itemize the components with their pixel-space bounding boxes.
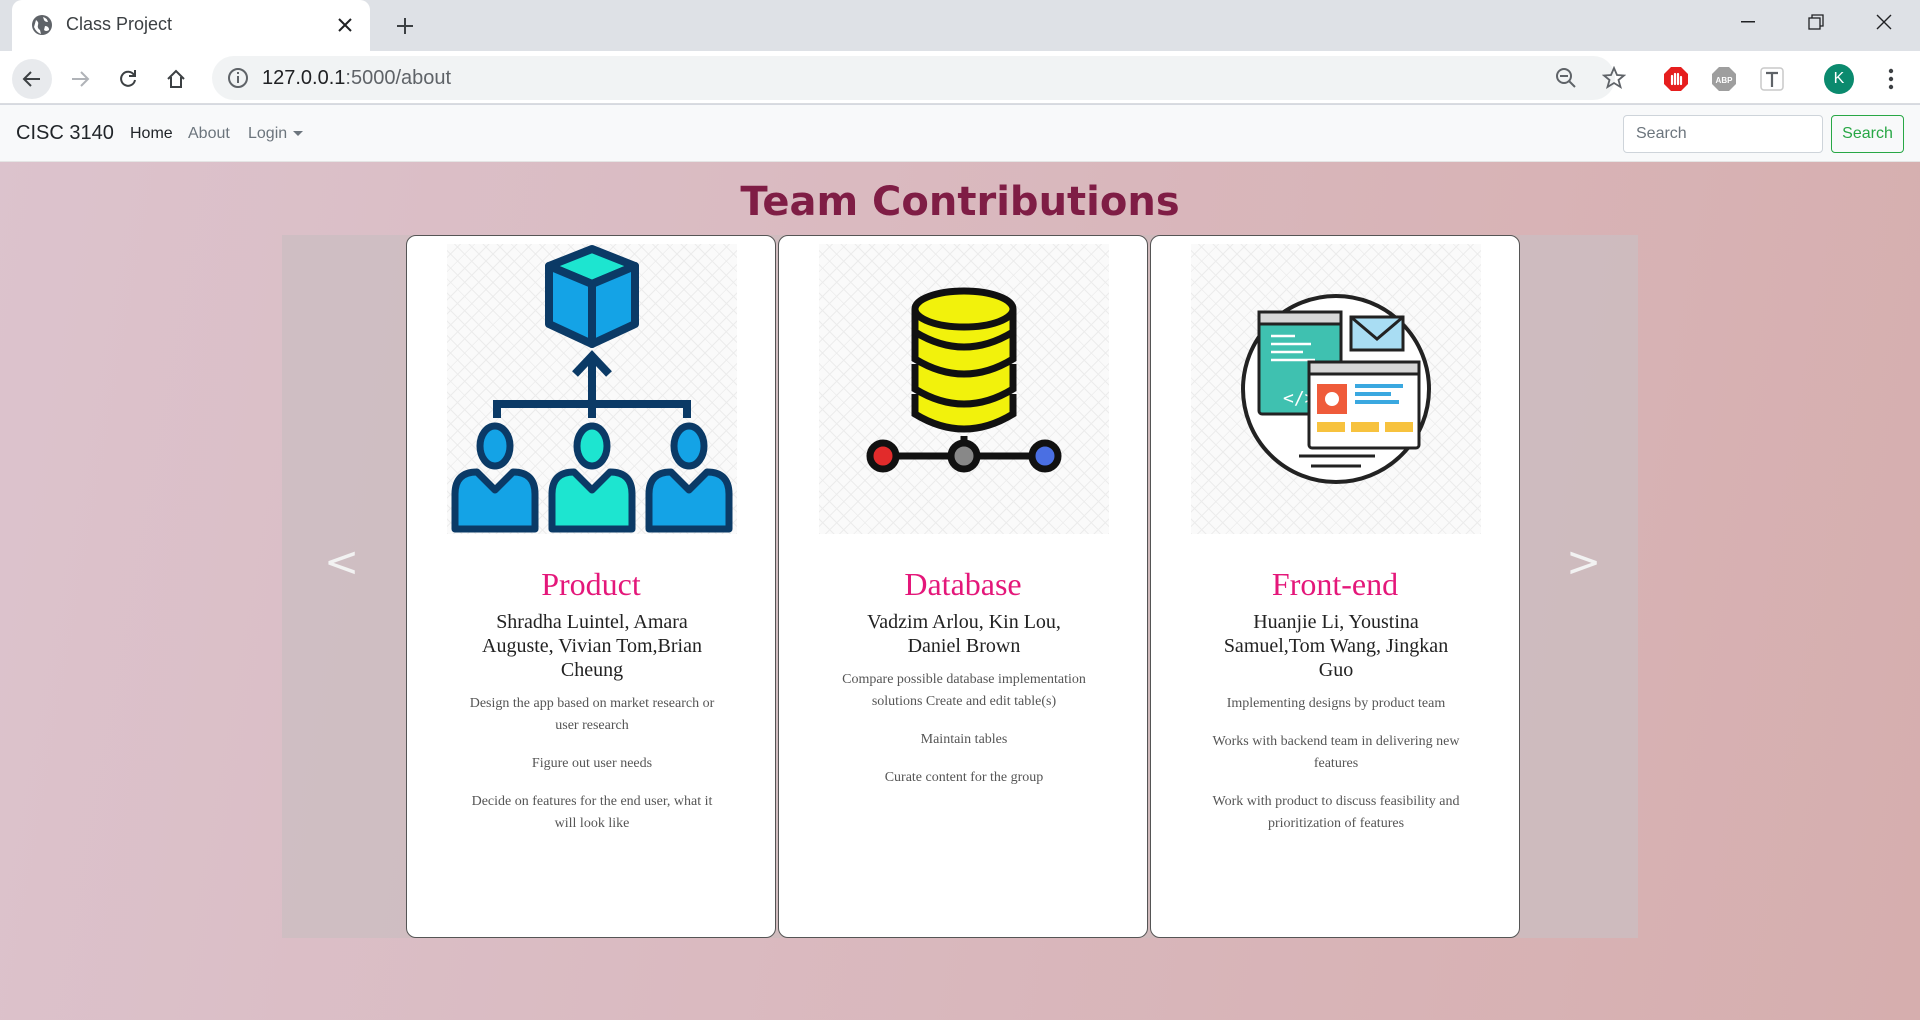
globe-icon: [32, 15, 52, 35]
back-icon[interactable]: [12, 59, 52, 99]
address-bar[interactable]: 127.0.0.1:5000/about: [212, 56, 1626, 100]
info-icon[interactable]: [226, 66, 250, 90]
team-card-front-end: </> Front-end Huanjie Li, Youstina Samue…: [1150, 235, 1520, 938]
card-responsibilities: Implementing designs by product team Wor…: [1206, 693, 1466, 851]
database-icon: [866, 287, 1062, 473]
card-members: Huanjie Li, Youstina Samuel,Tom Wang, Ji…: [1223, 611, 1449, 681]
profile-avatar[interactable]: K: [1824, 64, 1854, 94]
carousel-next-arrow[interactable]: >: [1566, 537, 1601, 586]
svg-text:ABP: ABP: [1716, 76, 1734, 85]
restore-icon[interactable]: [1782, 0, 1850, 44]
card-members: Shradha Luintel, Amara Auguste, Vivian T…: [482, 611, 702, 681]
team-hierarchy-icon: [451, 245, 733, 533]
forward-icon[interactable]: [60, 59, 100, 99]
card-title: Database: [904, 566, 1022, 602]
nav-home[interactable]: Home: [130, 125, 173, 143]
url-text[interactable]: 127.0.0.1:5000/about: [262, 67, 451, 90]
card-image: [447, 244, 737, 534]
browser-tab[interactable]: Class Project: [12, 0, 370, 51]
search-button[interactable]: Search: [1831, 115, 1904, 153]
nav-about[interactable]: About: [188, 125, 230, 143]
responsibility-item: Implementing designs by product team: [1226, 696, 1446, 711]
responsibility-item: Decide on features for the end user, wha…: [471, 794, 713, 831]
navbar-brand[interactable]: CISC 3140: [16, 122, 114, 145]
home-icon[interactable]: [156, 59, 196, 99]
abp-icon[interactable]: ABP: [1710, 65, 1738, 93]
reload-icon[interactable]: [108, 59, 148, 99]
responsibility-item: Curate content for the group: [884, 770, 1044, 785]
carousel-prev-control[interactable]: [282, 235, 400, 938]
card-title: Front-end: [1271, 566, 1399, 602]
responsibility-item: Figure out user needs: [531, 756, 653, 771]
responsibility-item: Work with product to discuss feasibility…: [1212, 794, 1460, 831]
responsibility-item: Compare possible database implementation…: [842, 672, 1086, 709]
site-navbar: CISC 3140 Home About Login Search: [0, 105, 1920, 162]
zoom-out-icon[interactable]: [1554, 66, 1578, 90]
card-members: Vadzim Arlou, Kin Lou, Daniel Brown: [867, 611, 1061, 657]
browser-tabstrip: Class Project: [0, 0, 1920, 51]
card-responsibilities: Compare possible database implementation…: [834, 669, 1094, 805]
responsibility-item: Maintain tables: [920, 732, 1008, 747]
dropdown-caret-icon: [293, 131, 304, 137]
more-menu-icon[interactable]: [1877, 65, 1905, 93]
card-responsibilities: Design the app based on market research …: [462, 693, 722, 851]
browser-toolbar: 127.0.0.1:5000/about ABP: [0, 51, 1920, 104]
responsibility-item: Design the app based on market research …: [469, 696, 715, 733]
search-input[interactable]: [1623, 115, 1823, 153]
close-tab-icon[interactable]: [332, 12, 358, 38]
nav-login[interactable]: Login: [248, 125, 304, 143]
web-design-icon: </>: [1241, 294, 1431, 484]
card-image: </>: [1191, 244, 1481, 534]
carousel-prev-arrow[interactable]: <: [324, 537, 359, 586]
carousel-next-control[interactable]: [1520, 235, 1638, 938]
tab-title: Class Project: [66, 14, 173, 34]
responsibility-item: Works with backend team in delivering ne…: [1212, 734, 1460, 771]
bookmark-star-icon[interactable]: [1602, 66, 1626, 90]
text-t-icon[interactable]: [1758, 65, 1786, 93]
card-image: [819, 244, 1109, 534]
card-title: Product: [541, 566, 641, 602]
minimize-icon[interactable]: [1714, 0, 1782, 44]
team-card-product: Product Shradha Luintel, Amara Auguste, …: [406, 235, 776, 938]
page-body: CISC 3140 Home About Login Search Team C…: [0, 105, 1920, 1020]
new-tab-icon[interactable]: [390, 11, 420, 41]
page-title: Team Contributions: [740, 179, 1180, 225]
close-window-icon[interactable]: [1850, 0, 1918, 44]
team-card-database: Database Vadzim Arlou, Kin Lou, Daniel B…: [778, 235, 1148, 938]
adblock-stop-icon[interactable]: [1662, 65, 1690, 93]
